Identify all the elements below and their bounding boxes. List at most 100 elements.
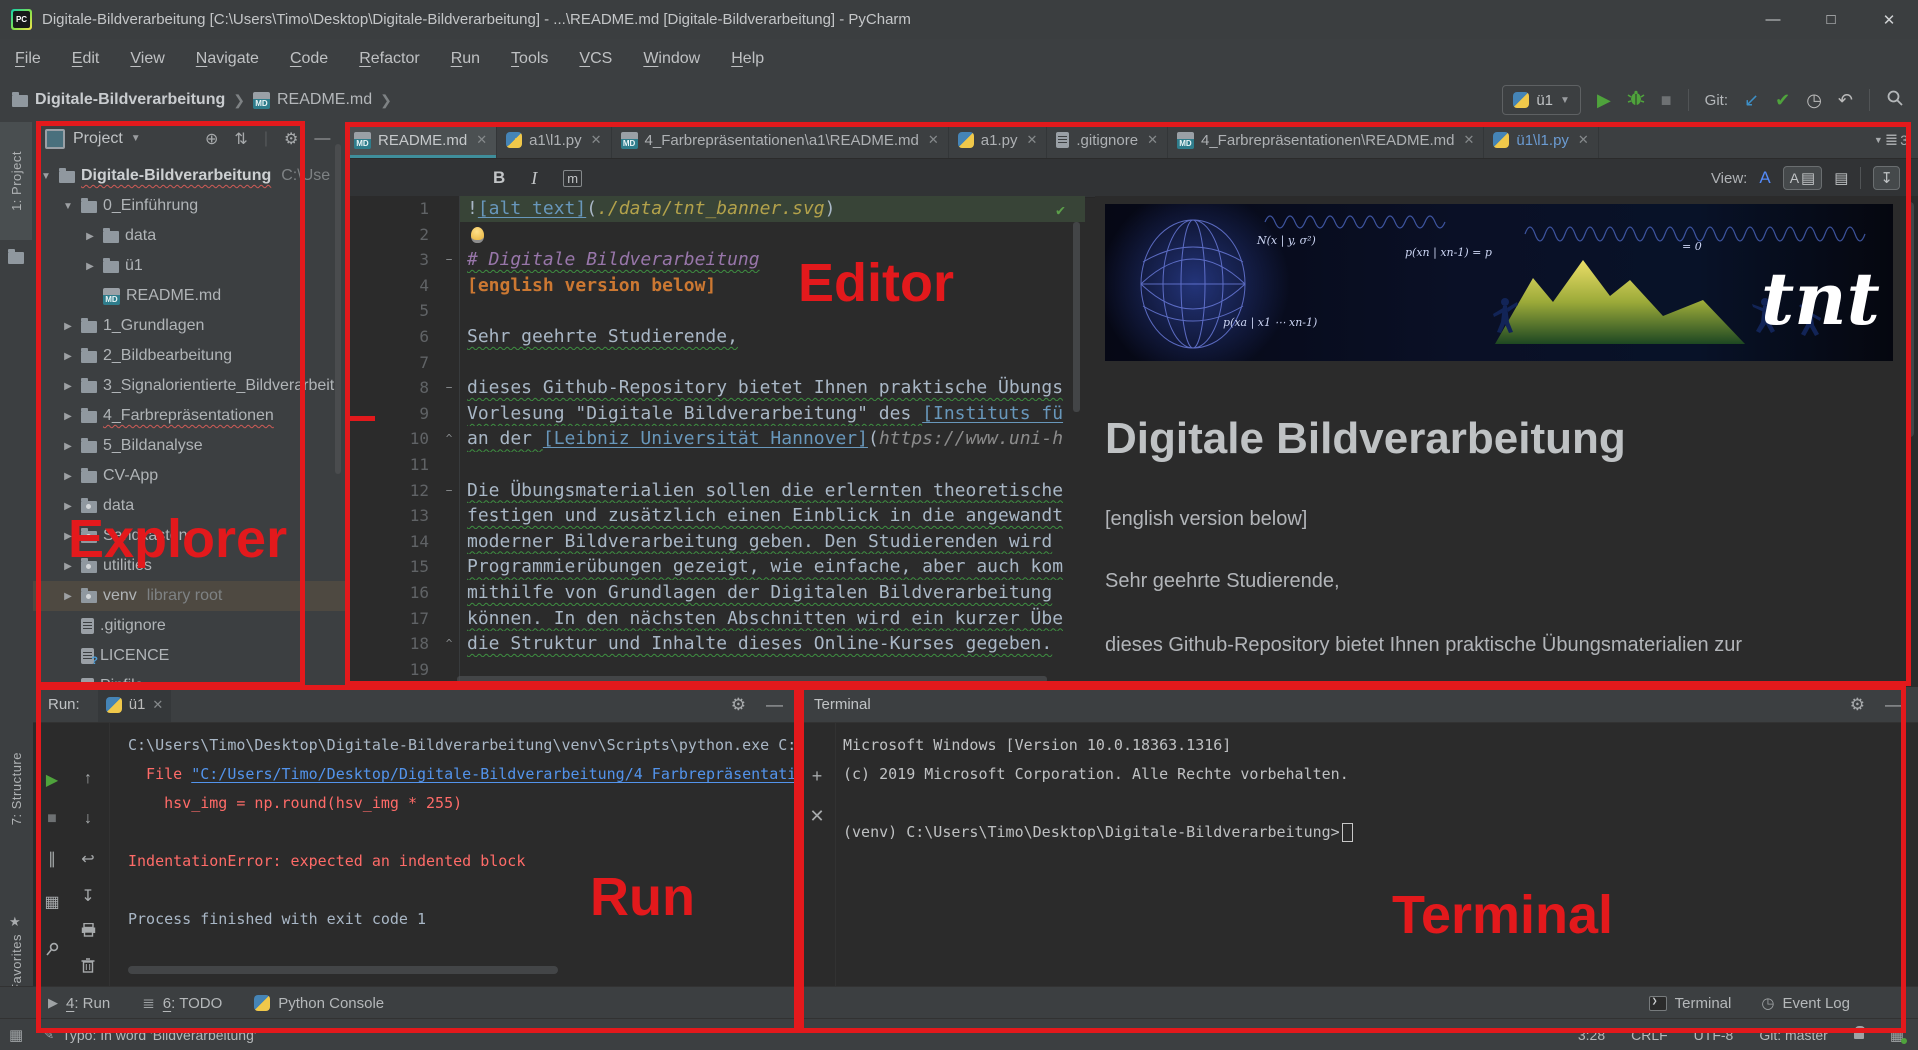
close-icon[interactable]: ✕ [1463, 132, 1474, 148]
run-tab[interactable]: ü1 ✕ [98, 687, 172, 722]
tree-expand-icon[interactable]: ▶ [83, 261, 97, 272]
editor-tab-5[interactable]: .gitignore✕ [1047, 122, 1168, 158]
toolwindow-button-python-console[interactable]: Python Console [242, 990, 396, 1016]
debug-button[interactable] [1627, 89, 1645, 111]
maximize-button[interactable]: □ [1802, 0, 1860, 39]
tree-expand-icon[interactable]: ▶ [61, 321, 75, 332]
minimize-button[interactable]: — [1744, 0, 1802, 39]
line-ending-indicator[interactable]: CRLF [1631, 1027, 1668, 1043]
tree-expand-icon[interactable]: ▶ [61, 411, 75, 422]
project-view-selector[interactable]: Project [73, 130, 123, 148]
tree-expand-icon[interactable]: ▶ [61, 531, 75, 542]
editor-tab-7[interactable]: ü1\l1.py✕ [1484, 122, 1598, 158]
tree-item-4_Farbrepr-sentationen[interactable]: ▶4_Farbrepräsentationen [33, 401, 345, 431]
terminal-output[interactable]: Microsoft Windows [Version 10.0.18363.13… [843, 722, 1914, 986]
menu-item-run[interactable]: Run [451, 50, 480, 68]
tree-item-Sandkasten[interactable]: ▶Sandkasten [33, 521, 345, 551]
background-tasks-icon[interactable]: ▦ [1890, 1026, 1904, 1044]
console-segment[interactable]: "C:/Users/Timo/Desktop/Digitale-Bildvera… [191, 765, 795, 783]
toolwindow-button-4-run[interactable]: ▶4: Run [36, 990, 122, 1016]
markdown-source-editor[interactable]: ✔ 1![alt text](./data/tnt_banner.svg)23−… [345, 196, 1085, 687]
tree-expand-icon[interactable]: ▶ [61, 501, 75, 512]
menu-item-tools[interactable]: Tools [511, 50, 548, 68]
sidebar-tab-structure[interactable]: 7: Structure [9, 752, 24, 825]
menu-item-window[interactable]: Window [643, 50, 700, 68]
menu-item-vcs[interactable]: VCS [579, 50, 612, 68]
tree-item-LICENCE[interactable]: LICENCE [33, 641, 345, 671]
editor-horizontal-scrollbar[interactable] [457, 676, 1047, 683]
menu-item-file[interactable]: File [15, 50, 41, 68]
fold-marker-icon[interactable]: − [439, 478, 460, 504]
tree-item-data[interactable]: ▶data [33, 221, 345, 251]
close-icon[interactable]: ✕ [152, 697, 163, 713]
caret-position[interactable]: 3:28 [1578, 1027, 1605, 1043]
menu-item-navigate[interactable]: Navigate [196, 50, 259, 68]
tree-item-2_Bildbearbeitung[interactable]: ▶2_Bildbearbeitung [33, 341, 345, 371]
settings-gear-icon[interactable]: ⚙ [731, 695, 746, 715]
tree-expand-icon[interactable]: ▶ [61, 381, 75, 392]
editor-tab-4[interactable]: a1.py✕ [949, 122, 1048, 158]
editor-tab-3[interactable]: 4_Farbrepräsentationen\a1\README.md✕ [612, 122, 949, 158]
toolwindow-button-terminal[interactable]: Terminal [1637, 990, 1744, 1016]
preview-scrollbar[interactable] [1906, 202, 1914, 437]
close-icon[interactable]: ✕ [476, 132, 487, 148]
menu-item-help[interactable]: Help [731, 50, 764, 68]
toolwindow-button-6-todo[interactable]: ≣6: TODO [130, 990, 234, 1016]
git-update-button[interactable]: ↙ [1744, 91, 1759, 109]
tree-item--1[interactable]: ▶ü1 [33, 251, 345, 281]
close-icon[interactable]: ✕ [928, 132, 939, 148]
collapse-all-button[interactable]: ⇅ [234, 129, 247, 149]
tree-item-utilities[interactable]: ▶utilities [33, 551, 345, 581]
run-button[interactable]: ▶ [1597, 91, 1611, 109]
pause-output-button[interactable]: ∥ [41, 849, 63, 869]
fold-marker-icon[interactable]: ^ [439, 631, 460, 657]
tree-expand-icon[interactable]: ▶ [61, 441, 75, 452]
menu-item-view[interactable]: View [130, 50, 164, 68]
sidebar-tab-project[interactable]: 1: Project [0, 122, 32, 240]
close-icon[interactable]: ✕ [1578, 132, 1589, 148]
git-branch-indicator[interactable]: Git: master [1759, 1027, 1827, 1043]
toolwindow-button-event-log[interactable]: ◷Event Log [1749, 990, 1862, 1016]
hide-panel-button[interactable]: — [1885, 695, 1902, 715]
view-editor-only-button[interactable]: A [1759, 168, 1770, 188]
scroll-to-end-button[interactable]: ↧ [77, 886, 99, 906]
git-commit-button[interactable]: ✔ [1775, 91, 1790, 109]
close-session-button[interactable]: ✕ [807, 806, 827, 827]
close-icon[interactable]: ✕ [591, 132, 602, 148]
menu-item-code[interactable]: Code [290, 50, 328, 68]
clear-console-button[interactable] [77, 958, 99, 978]
tree-item-.gitignore[interactable]: .gitignore [33, 611, 345, 641]
down-stack-trace-button[interactable]: ↓ [77, 810, 99, 828]
breadcrumb-item[interactable]: README.md [253, 91, 372, 109]
view-preview-only-button[interactable]: ▤ [1834, 169, 1848, 187]
run-console-output[interactable]: C:\Users\Timo\Desktop\Digitale-Bildverar… [128, 722, 795, 986]
fold-marker-icon[interactable]: − [439, 247, 460, 273]
hide-panel-button[interactable]: — [314, 130, 330, 148]
git-history-button[interactable]: ◷ [1806, 91, 1822, 109]
tree-item-1_Grundlagen[interactable]: ▶1_Grundlagen [33, 311, 345, 341]
print-button[interactable] [77, 923, 99, 942]
tree-item-3_Signalorientierte_Bildverarbeit[interactable]: ▶3_Signalorientierte_Bildverarbeit [33, 371, 345, 401]
search-everywhere-button[interactable] [1886, 89, 1904, 111]
tree-item-venv[interactable]: ▶venvlibrary root [33, 581, 345, 611]
encoding-indicator[interactable]: UTF-8 [1694, 1027, 1734, 1043]
tree-expand-icon[interactable]: ▶ [61, 351, 75, 362]
new-session-button[interactable]: + [807, 766, 827, 787]
close-button[interactable]: ✕ [1860, 0, 1918, 39]
intention-bulb-icon[interactable] [471, 227, 484, 243]
close-icon[interactable]: ✕ [1026, 132, 1037, 148]
tree-expand-icon[interactable]: ▶ [61, 591, 75, 602]
tree-expand-icon[interactable]: ▶ [61, 471, 75, 482]
pin-tab-button[interactable] [41, 942, 63, 962]
code-format-button[interactable]: m [563, 170, 582, 187]
editor-vertical-scrollbar[interactable] [1073, 222, 1080, 412]
console-horizontal-scrollbar[interactable] [128, 966, 558, 974]
close-icon[interactable]: ✕ [1147, 132, 1158, 148]
soft-wrap-button[interactable]: ↩ [77, 849, 99, 869]
rerun-button[interactable]: ▶ [41, 770, 63, 790]
fold-marker-icon[interactable]: ^ [439, 426, 460, 452]
tree-expand-icon[interactable]: ▶ [83, 231, 97, 242]
settings-gear-icon[interactable]: ⚙ [284, 129, 298, 149]
bold-button[interactable]: B [493, 168, 505, 188]
locate-file-button[interactable]: ⊕ [205, 129, 218, 149]
